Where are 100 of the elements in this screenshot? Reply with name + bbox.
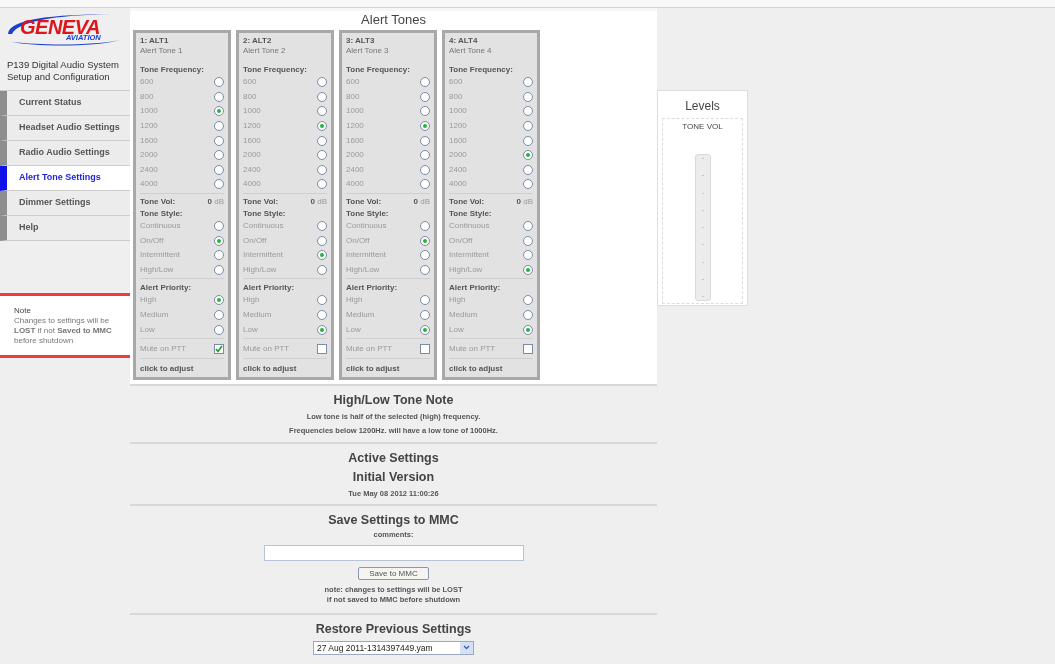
option-label: High/Low <box>243 263 277 276</box>
option-label: 600 <box>449 76 463 89</box>
checkbox[interactable] <box>214 343 224 354</box>
radio-button[interactable] <box>317 150 327 161</box>
option-label: 800 <box>449 90 463 103</box>
radio-button[interactable] <box>214 235 224 246</box>
radio-button[interactable] <box>214 324 224 335</box>
radio-button[interactable] <box>420 324 430 335</box>
option-label: 2400 <box>449 163 467 176</box>
radio-button[interactable] <box>317 106 327 117</box>
nav-item[interactable]: Dimmer Settings <box>0 191 130 216</box>
radio-button[interactable] <box>317 295 327 306</box>
option-label: Low <box>140 323 155 336</box>
radio-button[interactable] <box>420 295 430 306</box>
tone-id: 4: ALT4 <box>449 36 479 46</box>
radio-button[interactable] <box>523 221 533 232</box>
option-label: High/Low <box>449 263 483 276</box>
option-label: 800 <box>140 90 154 103</box>
radio-button[interactable] <box>214 221 224 232</box>
option-label: On/Off <box>243 234 267 247</box>
radio-button[interactable] <box>214 91 224 102</box>
radio-button[interactable] <box>420 106 430 117</box>
radio-button[interactable] <box>420 250 430 261</box>
radio-button[interactable] <box>420 179 430 190</box>
section-title: Active Settings <box>348 449 439 467</box>
nav-item[interactable]: Alert Tone Settings <box>0 166 130 191</box>
radio-button[interactable] <box>214 250 224 261</box>
file-dropdown[interactable]: 27 Aug 2011-1314397449.yam <box>313 640 474 655</box>
checkbox[interactable] <box>317 343 327 354</box>
radio-button[interactable] <box>317 179 327 190</box>
option-label: 2400 <box>346 163 364 176</box>
adjust-link[interactable]: click to adjust <box>243 363 327 374</box>
radio-button[interactable] <box>317 310 327 320</box>
radio-button[interactable] <box>214 106 224 117</box>
save-button[interactable]: Save to MMC <box>358 566 429 580</box>
option-label: 1200 <box>449 120 467 133</box>
radio-button[interactable] <box>317 91 327 102</box>
radio-button[interactable] <box>523 150 533 161</box>
radio-button[interactable] <box>420 221 430 232</box>
option-label: 800 <box>243 90 257 103</box>
radio-button[interactable] <box>420 91 430 102</box>
option-label: 1600 <box>346 134 364 147</box>
radio-button[interactable] <box>420 235 430 246</box>
radio-button[interactable] <box>214 179 224 190</box>
radio-button[interactable] <box>214 164 224 175</box>
tone-name: Alert Tone 4 <box>449 46 493 56</box>
radio-button[interactable] <box>317 121 327 132</box>
nav-item[interactable]: Help <box>0 216 130 241</box>
adjust-link[interactable]: click to adjust <box>346 363 430 374</box>
radio-button[interactable] <box>214 121 224 132</box>
radio-button[interactable] <box>420 264 430 275</box>
group-label: Tone Vol: <box>140 196 176 209</box>
radio-button[interactable] <box>523 179 533 190</box>
nav-item[interactable]: Radio Audio Settings <box>0 141 130 166</box>
radio-button[interactable] <box>523 250 533 261</box>
option-label: Continuous <box>449 220 490 233</box>
checkbox[interactable] <box>420 343 430 354</box>
radio-button[interactable] <box>317 164 327 175</box>
option-label: 1000 <box>140 105 158 118</box>
radio-button[interactable] <box>420 77 430 88</box>
radio-button[interactable] <box>317 235 327 246</box>
radio-button[interactable] <box>214 295 224 306</box>
nav-item[interactable]: Headset Audio Settings <box>0 116 130 141</box>
checkbox[interactable] <box>523 343 533 354</box>
radio-button[interactable] <box>214 150 224 161</box>
radio-button[interactable] <box>523 77 533 88</box>
radio-button[interactable] <box>523 91 533 102</box>
radio-button[interactable] <box>214 264 224 275</box>
radio-button[interactable] <box>317 221 327 232</box>
radio-button[interactable] <box>317 250 327 261</box>
radio-button[interactable] <box>523 135 533 146</box>
adjust-link[interactable]: click to adjust <box>140 363 224 374</box>
option-label: 600 <box>140 76 154 89</box>
radio-button[interactable] <box>523 324 533 335</box>
radio-button[interactable] <box>214 135 224 146</box>
radio-button[interactable] <box>214 77 224 88</box>
radio-button[interactable] <box>420 164 430 175</box>
section-title: High/Low Tone Note <box>333 391 454 408</box>
radio-button[interactable] <box>420 310 430 320</box>
radio-button[interactable] <box>523 106 533 117</box>
radio-button[interactable] <box>317 324 327 335</box>
radio-button[interactable] <box>317 264 327 275</box>
radio-button[interactable] <box>523 264 533 275</box>
comments-field[interactable] <box>263 544 524 561</box>
radio-button[interactable] <box>523 164 533 175</box>
radio-button[interactable] <box>317 135 327 146</box>
radio-button[interactable] <box>523 235 533 246</box>
radio-button[interactable] <box>420 150 430 161</box>
radio-button[interactable] <box>523 295 533 306</box>
group-label: Tone Style: <box>346 207 390 219</box>
nav-item[interactable]: Current Status <box>0 91 130 116</box>
radio-button[interactable] <box>214 310 224 320</box>
adjust-link[interactable]: click to adjust <box>449 363 533 374</box>
radio-button[interactable] <box>317 77 327 88</box>
radio-button[interactable] <box>523 310 533 320</box>
tone-name: Alert Tone 1 <box>140 46 184 56</box>
radio-button[interactable] <box>420 121 430 132</box>
radio-button[interactable] <box>523 121 533 132</box>
radio-button[interactable] <box>420 135 430 146</box>
tone-name: Alert Tone 3 <box>346 46 390 56</box>
